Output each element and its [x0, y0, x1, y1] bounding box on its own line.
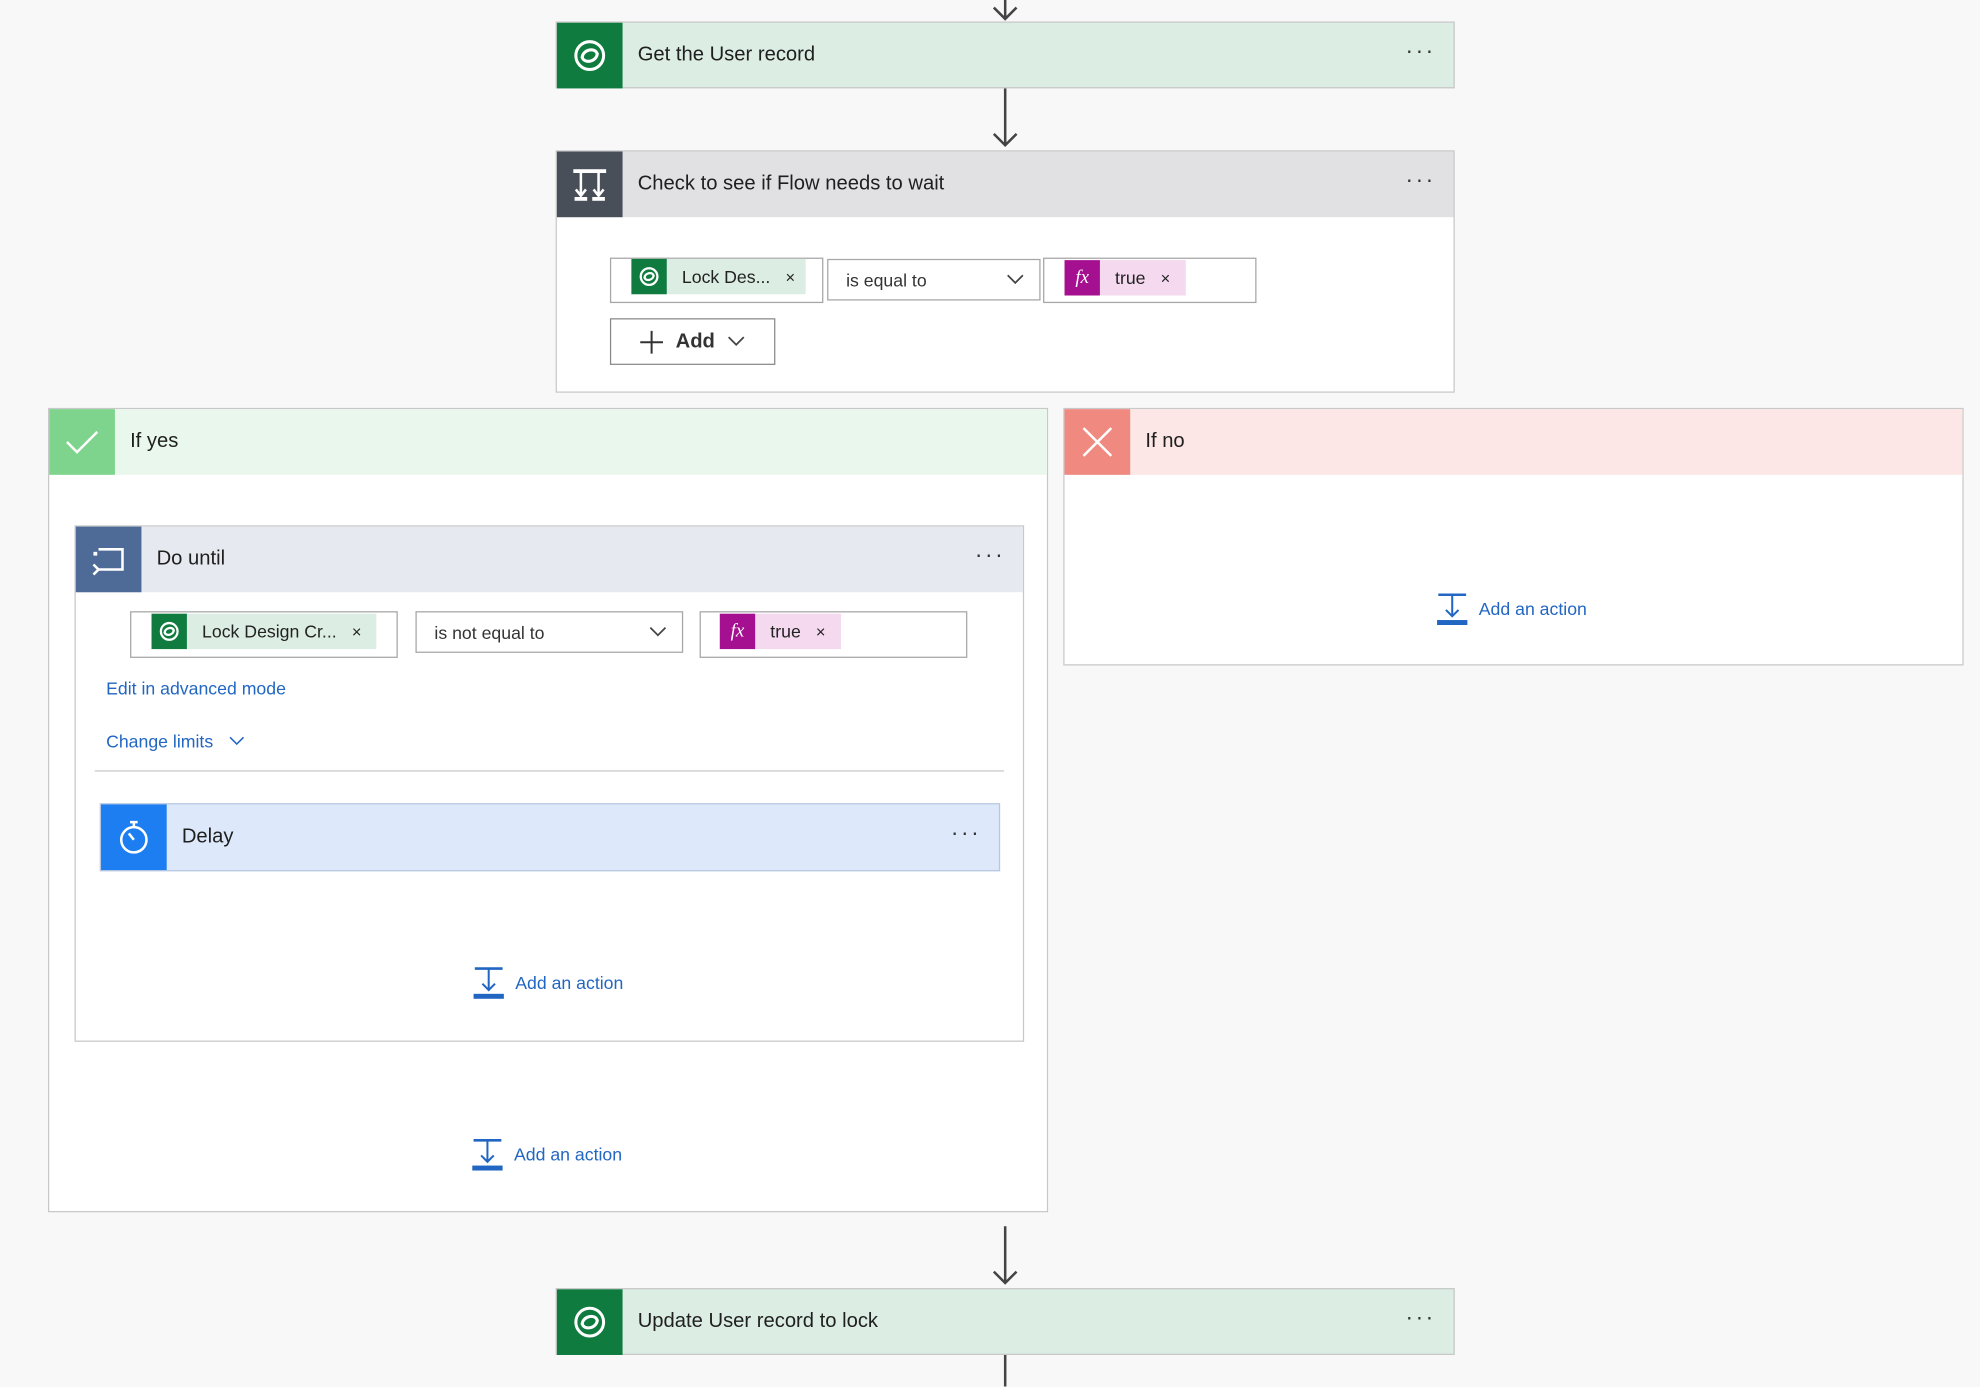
remove-token-icon[interactable]: ×	[816, 622, 826, 641]
operator-label: is not equal to	[434, 621, 545, 643]
divider	[94, 770, 1004, 772]
condition-operator-dropdown[interactable]: is equal to	[827, 258, 1041, 301]
close-icon	[1064, 409, 1131, 475]
add-condition-button[interactable]: Add	[609, 318, 776, 365]
chevron-down-icon	[649, 626, 667, 637]
add-action-button[interactable]: Add an action	[472, 966, 623, 999]
add-action-button[interactable]: Add an action	[1436, 592, 1587, 626]
more-options-icon[interactable]: ···	[941, 821, 992, 854]
branch-if-yes: If yes Do until ··· Lock Design Cr... × …	[47, 407, 1049, 1213]
branch-title: If yes	[130, 430, 179, 453]
action-title: Update User record to lock	[637, 1310, 879, 1333]
expression-token[interactable]: fx true ×	[1064, 260, 1186, 296]
branch-title: If no	[1145, 430, 1185, 453]
action-card-delay[interactable]: Delay ···	[99, 803, 1001, 872]
expression-token[interactable]: fx true ×	[719, 613, 842, 650]
delay-title: Delay	[181, 825, 234, 848]
chevron-down-icon	[229, 736, 244, 746]
operator-label: is equal to	[846, 269, 927, 290]
condition-icon	[556, 151, 623, 218]
connector-arrow	[992, 0, 1018, 21]
add-action-label: Add an action	[513, 1144, 623, 1165]
remove-token-icon[interactable]: ×	[786, 267, 796, 286]
more-options-icon[interactable]: ···	[1395, 39, 1446, 72]
fx-icon: fx	[1064, 260, 1100, 296]
dataverse-icon	[631, 258, 667, 295]
connector-arrow	[992, 88, 1018, 148]
token-label: Lock Des...	[681, 266, 771, 287]
token-label: Lock Design Cr...	[202, 621, 337, 642]
dataverse-icon	[151, 613, 187, 650]
dataverse-icon	[556, 22, 623, 89]
edit-advanced-mode-link[interactable]: Edit in advanced mode	[106, 678, 286, 698]
connector-arrow	[992, 1226, 1018, 1285]
condition-title: Check to see if Flow needs to wait	[637, 173, 945, 195]
change-limits-toggle[interactable]: Change limits	[106, 731, 245, 751]
remove-token-icon[interactable]: ×	[1161, 268, 1171, 287]
action-card-update-user-record[interactable]: Update User record to lock ···	[555, 1288, 1455, 1355]
timer-icon	[101, 804, 167, 871]
loop-right-operand[interactable]: fx true ×	[699, 611, 968, 658]
chevron-down-icon	[728, 336, 745, 346]
condition-card[interactable]: Check to see if Flow needs to wait ··· L…	[555, 150, 1455, 393]
flow-canvas: Get the User record ··· Check to see if …	[0, 0, 1980, 1387]
condition-right-operand[interactable]: fx true ×	[1043, 257, 1257, 304]
more-options-icon[interactable]: ···	[1395, 168, 1446, 201]
loop-icon	[75, 526, 142, 593]
condition-left-operand[interactable]: Lock Des... ×	[609, 257, 824, 304]
token-label: true	[1115, 267, 1146, 288]
do-until-card[interactable]: Do until ··· Lock Design Cr... × is not …	[74, 525, 1025, 1042]
dataverse-icon	[556, 1289, 623, 1355]
plus-icon	[640, 330, 663, 353]
action-card-get-user-record[interactable]: Get the User record ···	[555, 21, 1455, 89]
dynamic-content-token[interactable]: Lock Des... ×	[631, 258, 806, 295]
remove-token-icon[interactable]: ×	[352, 622, 362, 641]
add-action-label: Add an action	[1478, 598, 1587, 619]
loop-operator-dropdown[interactable]: is not equal to	[415, 611, 684, 653]
add-button-label: Add	[675, 330, 715, 352]
dynamic-content-token[interactable]: Lock Design Cr... ×	[151, 613, 377, 650]
change-limits-link: Change limits	[106, 731, 214, 752]
add-action-icon	[473, 967, 504, 999]
token-label: true	[770, 621, 801, 642]
more-options-icon[interactable]: ···	[1395, 1306, 1446, 1339]
add-action-button[interactable]: Add an action	[471, 1138, 622, 1171]
more-options-icon[interactable]: ···	[965, 543, 1016, 576]
add-action-label: Add an action	[515, 972, 624, 993]
connector-line	[1003, 1354, 1007, 1387]
add-action-icon	[472, 1139, 503, 1171]
action-title: Get the User record	[637, 44, 816, 66]
fx-icon: fx	[719, 613, 756, 650]
checkmark-icon	[49, 409, 115, 475]
add-action-icon	[1437, 593, 1468, 626]
do-until-title: Do until	[156, 548, 226, 570]
chevron-down-icon	[1007, 274, 1024, 285]
branch-if-no: If no Add an action	[1063, 407, 1964, 666]
loop-left-operand[interactable]: Lock Design Cr... ×	[130, 611, 398, 658]
